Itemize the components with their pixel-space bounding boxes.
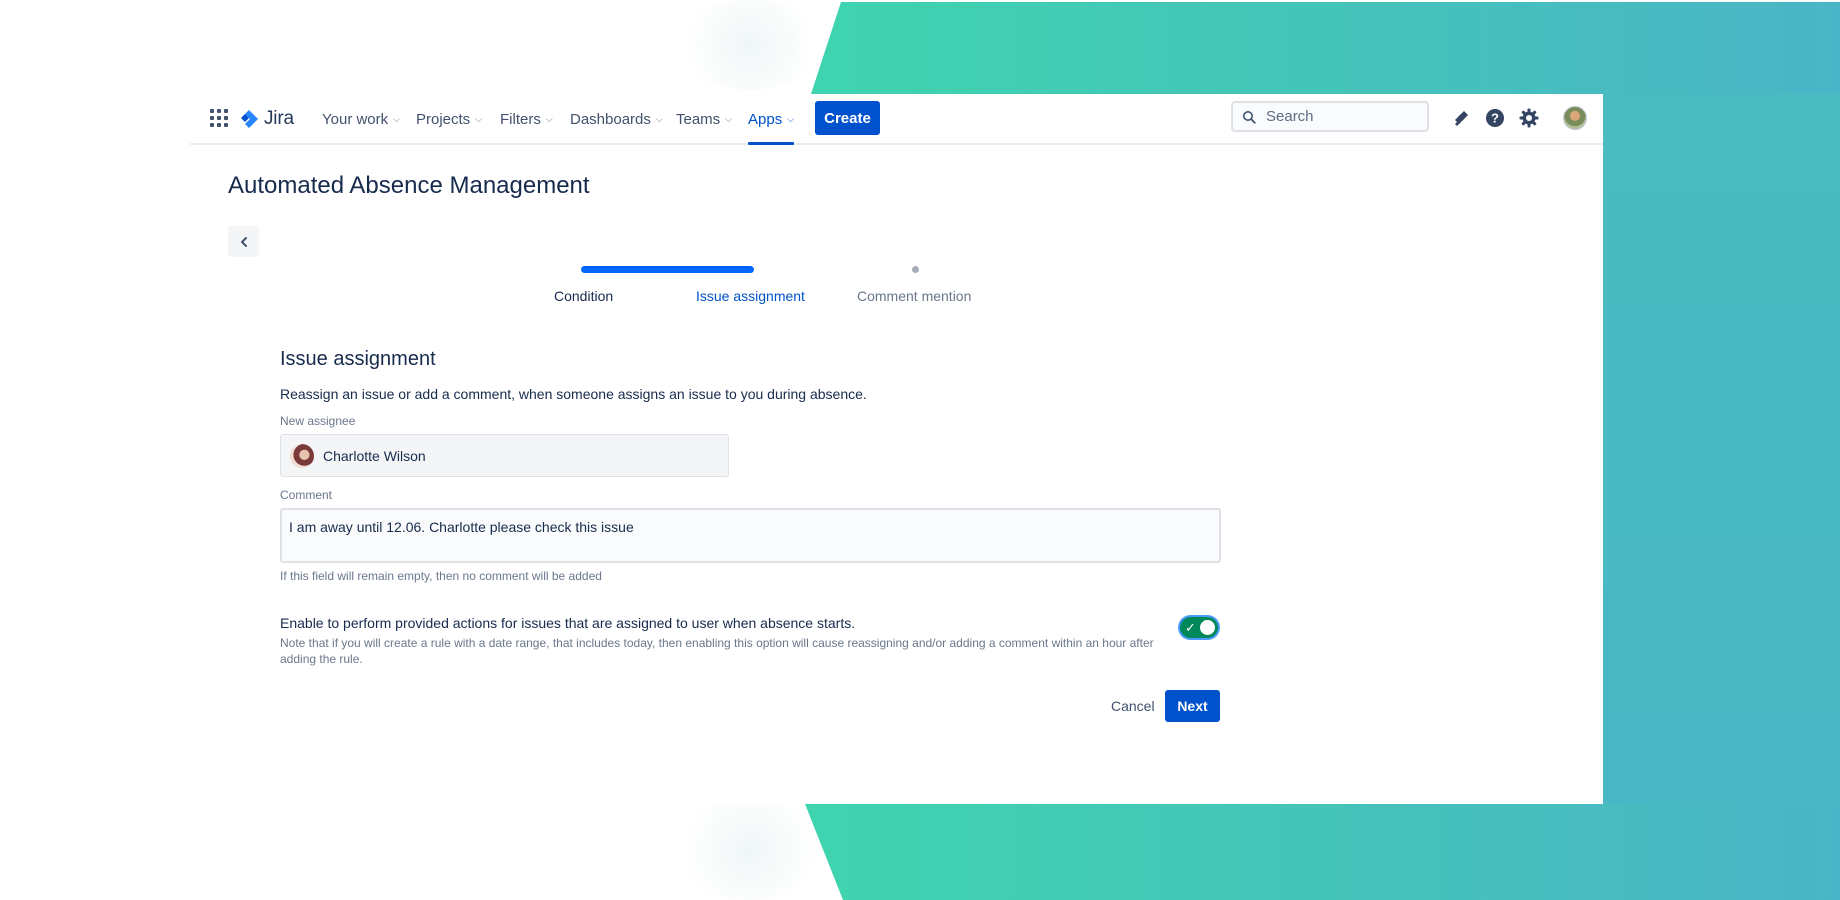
background-gradient-top (811, 2, 1840, 94)
background-gradient-right (1603, 94, 1840, 804)
assignee-avatar (290, 443, 314, 468)
chevron-down-icon: ⌵ (475, 114, 483, 124)
nav-label: Filters (500, 111, 541, 128)
comment-label: Comment (280, 488, 333, 502)
cancel-button[interactable]: Cancel (1103, 690, 1163, 722)
chevron-down-icon: ⌵ (545, 114, 553, 124)
nav-label: Your work (322, 111, 389, 128)
comment-textarea[interactable]: I am away until 12.06. Charlotte please … (280, 508, 1221, 563)
jira-logo-icon (241, 110, 258, 128)
background-glow (670, 800, 830, 900)
section-description: Reassign an issue or add a comment, when… (280, 386, 867, 402)
toggle-label: Enable to perform provided actions for i… (280, 615, 856, 631)
nav-filters[interactable]: Filters ⌵ (500, 94, 553, 145)
toggle-note: Note that if you will create a rule with… (280, 636, 1154, 666)
enable-actions-toggle[interactable]: ✓ (1180, 617, 1218, 638)
chevron-down-icon: ⌵ (787, 114, 795, 124)
stepper-pending-dot (912, 266, 919, 273)
settings-icon[interactable] (1517, 106, 1541, 130)
step-comment-mention: Comment mention (857, 288, 972, 304)
assignee-label: New assignee (280, 414, 356, 428)
notifications-icon[interactable] (1449, 106, 1473, 130)
nav-dashboards[interactable]: Dashboards ⌵ (570, 94, 663, 145)
chevron-left-icon (240, 236, 247, 247)
nav-label: Dashboards (570, 111, 651, 128)
check-icon: ✓ (1185, 620, 1196, 635)
chevron-down-icon: ⌵ (393, 114, 400, 124)
step-issue-assignment[interactable]: Issue assignment (696, 288, 805, 304)
app-switcher-icon[interactable] (210, 109, 228, 127)
stepper-progress-bar (581, 266, 754, 273)
nav-teams[interactable]: Teams ⌵ (676, 94, 732, 145)
nav-your-work[interactable]: Your work ⌵ (322, 94, 400, 145)
chevron-down-icon: ⌵ (725, 114, 733, 124)
back-button[interactable] (228, 226, 259, 257)
step-condition[interactable]: Condition (554, 288, 613, 304)
search-input[interactable] (1264, 107, 1418, 126)
background-gradient-bottom (805, 804, 1840, 900)
background-glow (670, 0, 830, 90)
svg-text:?: ? (1491, 111, 1499, 126)
section-title: Issue assignment (280, 348, 436, 370)
assignee-select[interactable]: Charlotte Wilson (280, 434, 729, 477)
toggle-knob (1200, 620, 1215, 635)
nav-label: Teams (676, 111, 721, 128)
nav-label: Apps (748, 111, 783, 128)
create-button[interactable]: Create (815, 101, 880, 135)
comment-helper-text: If this field will remain empty, then no… (280, 569, 602, 583)
nav-apps[interactable]: Apps ⌵ (748, 94, 795, 145)
top-navigation: Jira Your work ⌵ Projects ⌵ Filters ⌵ Da… (190, 94, 1603, 145)
help-icon[interactable]: ? (1483, 106, 1507, 130)
next-button[interactable]: Next (1165, 690, 1220, 722)
app-window: Jira Your work ⌵ Projects ⌵ Filters ⌵ Da… (190, 94, 1603, 804)
user-avatar[interactable] (1563, 106, 1587, 130)
jira-logo[interactable]: Jira (238, 105, 294, 133)
nav-label: Projects (416, 111, 471, 128)
search-icon (1243, 110, 1256, 124)
jira-logo-text: Jira (264, 108, 294, 129)
search-field[interactable] (1231, 101, 1429, 132)
chevron-down-icon: ⌵ (655, 114, 663, 124)
nav-projects[interactable]: Projects ⌵ (416, 94, 482, 145)
page-title: Automated Absence Management (228, 172, 590, 199)
assignee-name: Charlotte Wilson (323, 447, 426, 464)
